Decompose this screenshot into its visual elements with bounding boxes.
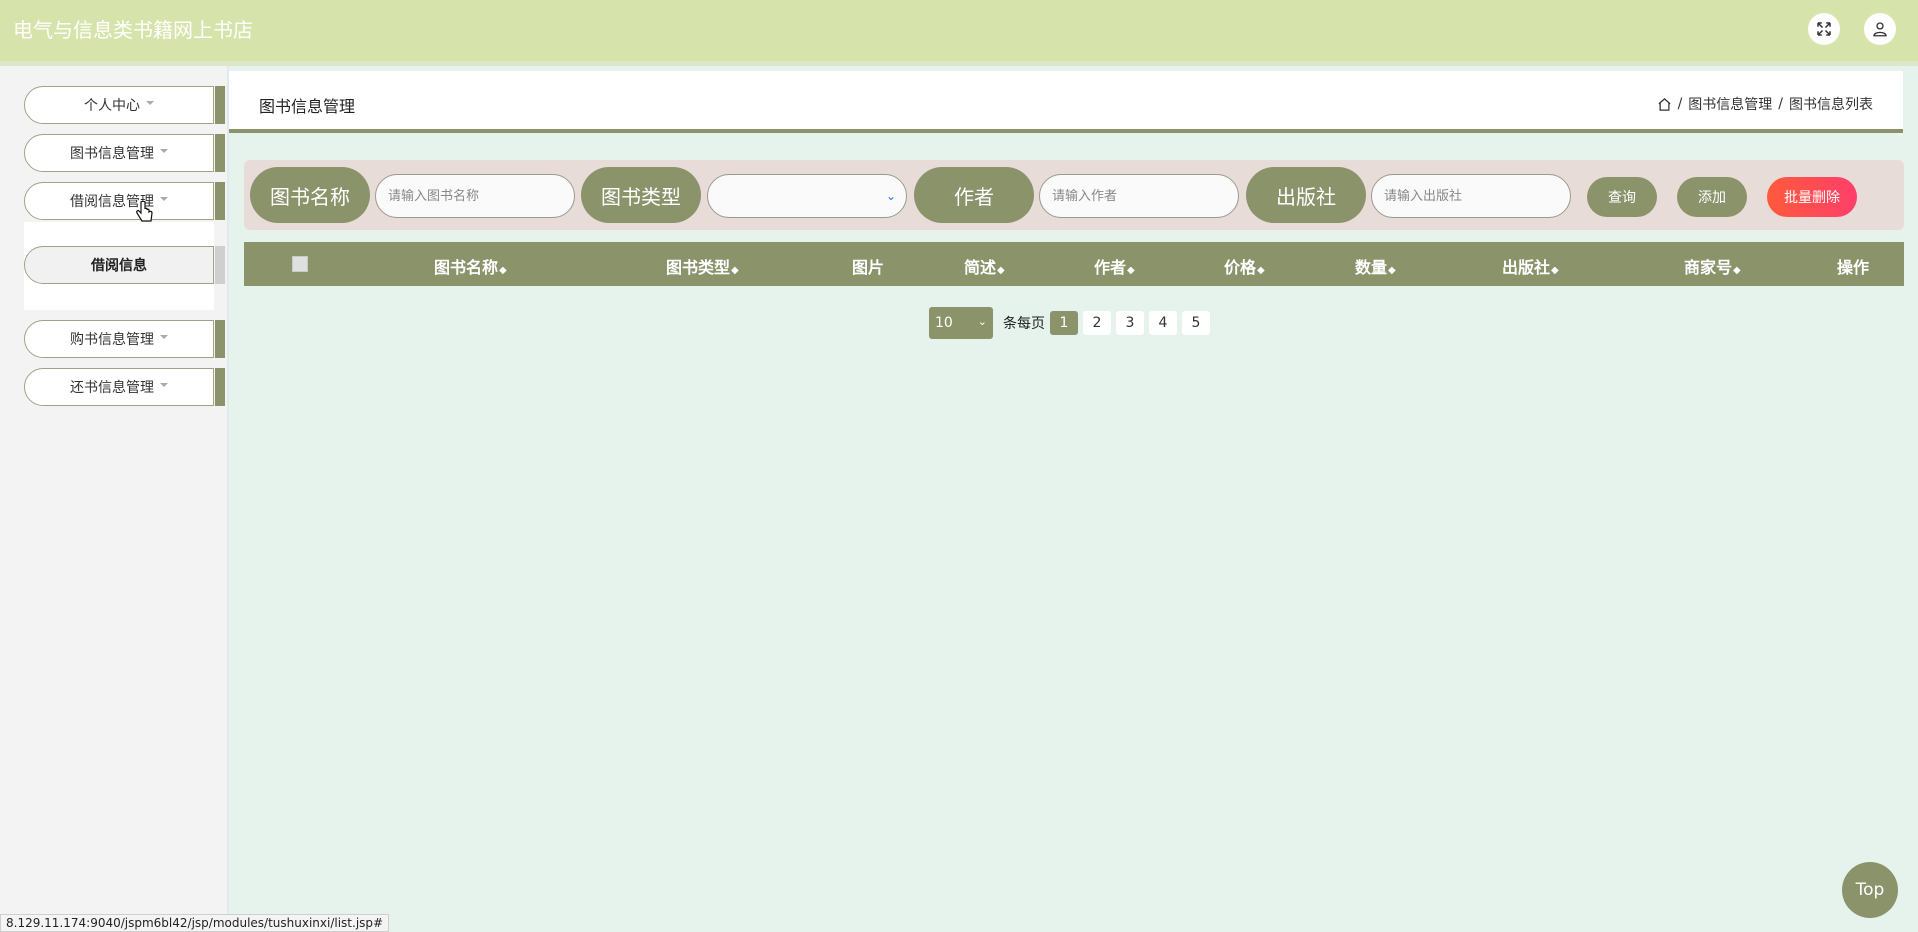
page-button-4[interactable]: 4 (1149, 311, 1177, 335)
column-header-actions: 操作 (1837, 254, 1869, 278)
sidebar-item-label: 个人中心 (84, 98, 140, 114)
home-icon[interactable] (1657, 97, 1672, 112)
fullscreen-icon[interactable] (1808, 13, 1840, 45)
sidebar-item-book-info[interactable]: 图书信息管理 (24, 134, 225, 172)
publisher-input[interactable] (1371, 174, 1571, 218)
user-icon[interactable] (1864, 13, 1896, 45)
page-title: 图书信息管理 (259, 97, 356, 116)
batch-delete-button[interactable]: 批量删除 (1767, 177, 1857, 217)
page-button-5[interactable]: 5 (1182, 311, 1210, 335)
sort-icon: ◆ (1388, 265, 1396, 276)
top-header: 电气与信息类书籍网上书店 (0, 0, 1918, 61)
status-url: 8.129.11.174:9040/jspm6bl42/jsp/modules/… (0, 914, 390, 932)
chevron-down-icon (160, 149, 168, 153)
sidebar-item-purchase-info[interactable]: 购书信息管理 (24, 320, 225, 358)
sort-icon: ◆ (1733, 265, 1741, 276)
sidebar-item-label: 还书信息管理 (70, 380, 154, 396)
breadcrumb-separator: / (1677, 96, 1683, 112)
column-header-quantity[interactable]: 数量◆ (1355, 254, 1396, 278)
chevron-down-icon (160, 335, 168, 339)
chevron-down-icon (160, 383, 168, 387)
sort-icon: ◆ (499, 265, 507, 276)
breadcrumb-item[interactable]: 图书信息管理 (1688, 94, 1772, 114)
column-label: 数量 (1355, 258, 1388, 277)
column-label: 出版社 (1502, 258, 1551, 277)
breadcrumb: / 图书信息管理 / 图书信息列表 (1657, 94, 1873, 114)
sort-icon: ◆ (731, 265, 739, 276)
submenu-item-borrow-info[interactable]: 借阅信息 (24, 246, 225, 284)
book-name-label: 图书名称 (250, 167, 370, 223)
select-all-checkbox[interactable] (292, 256, 308, 272)
column-header-book-type[interactable]: 图书类型◆ (666, 254, 739, 278)
book-type-label: 图书类型 (581, 167, 701, 223)
table-header: 图书名称◆ 图书类型◆ 图片 简述◆ 作者◆ 价格◆ 数量◆ 出版社◆ 商家号◆… (244, 242, 1904, 286)
page-button-1[interactable]: 1 (1050, 311, 1078, 335)
breadcrumb-item: 图书信息列表 (1789, 97, 1873, 113)
search-bar: 图书名称 图书类型 ⌄ 作者 出版社 查询 添加 批量删除 (244, 160, 1904, 230)
sidebar-item-borrow-info[interactable]: 借阅信息管理 (24, 182, 225, 220)
header-divider (0, 61, 1918, 66)
column-label: 简述 (964, 258, 997, 277)
publisher-label: 出版社 (1246, 167, 1366, 223)
add-button[interactable]: 添加 (1677, 177, 1747, 217)
app-title: 电气与信息类书籍网上书店 (13, 18, 253, 42)
breadcrumb-bar: 图书信息管理 / 图书信息管理 / 图书信息列表 (229, 71, 1903, 133)
column-label: 图书类型 (666, 258, 731, 277)
book-type-select[interactable]: ⌄ (707, 174, 907, 218)
column-label: 商家号 (1684, 258, 1733, 277)
sort-icon: ◆ (997, 265, 1005, 276)
hand-cursor-icon (136, 200, 154, 228)
sidebar-item-label: 购书信息管理 (70, 332, 154, 348)
page-button-3[interactable]: 3 (1116, 311, 1144, 335)
author-input[interactable] (1039, 174, 1239, 218)
per-page-label: 条每页 (1003, 316, 1045, 332)
query-button[interactable]: 查询 (1587, 177, 1657, 217)
breadcrumb-separator: / (1778, 96, 1783, 112)
column-header-book-name[interactable]: 图书名称◆ (434, 254, 507, 278)
sort-icon: ◆ (1127, 265, 1135, 276)
book-name-input[interactable] (375, 174, 575, 218)
column-label: 操作 (1837, 258, 1870, 277)
column-label: 图书名称 (434, 258, 499, 277)
chevron-down-icon (160, 197, 168, 201)
column-label: 作者 (1094, 258, 1127, 277)
author-label: 作者 (914, 167, 1034, 223)
sidebar-item-label: 图书信息管理 (70, 146, 154, 162)
sort-icon: ◆ (1551, 265, 1559, 276)
column-header-publisher[interactable]: 出版社◆ (1502, 254, 1559, 278)
column-header-image: 图片 (852, 254, 884, 278)
column-header-author[interactable]: 作者◆ (1094, 254, 1135, 278)
column-header-summary[interactable]: 简述◆ (964, 254, 1005, 278)
sidebar-item-personal-center[interactable]: 个人中心 (24, 86, 225, 124)
back-to-top-button[interactable]: Top (1842, 862, 1898, 918)
page-size-value: 10 (935, 315, 953, 331)
column-header-price[interactable]: 价格◆ (1224, 254, 1265, 278)
pagination: 10 ⌄ 条每页 1 2 3 4 5 (929, 307, 1210, 339)
chevron-down-icon: ⌄ (977, 315, 987, 328)
sort-icon: ◆ (1257, 265, 1265, 276)
column-label: 图片 (852, 258, 885, 277)
column-label: 价格 (1224, 258, 1257, 277)
chevron-down-icon: ⌄ (885, 189, 896, 203)
column-header-merchant-no[interactable]: 商家号◆ (1684, 254, 1741, 278)
chevron-down-icon (146, 101, 154, 105)
sidebar-item-return-info[interactable]: 还书信息管理 (24, 368, 225, 406)
page-button-2[interactable]: 2 (1083, 311, 1111, 335)
page-size-select[interactable]: 10 ⌄ (929, 307, 993, 339)
